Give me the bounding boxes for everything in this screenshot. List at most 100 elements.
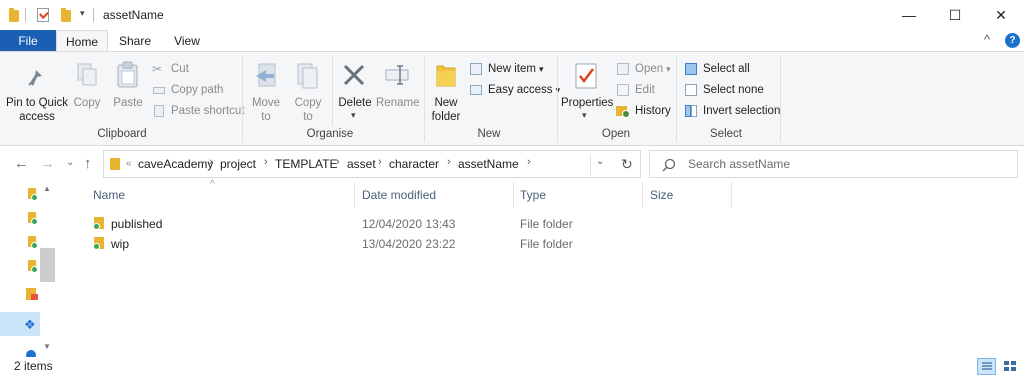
recent-locations-icon[interactable]: ⌄ [66,157,74,168]
nav-scrollbar[interactable]: ▲ ▼ [40,182,55,357]
column-divider[interactable] [731,182,732,208]
new-item-button[interactable]: New item ▾ [469,60,543,78]
chevron-down-icon: ▾ [538,63,544,74]
copy-to-label-line1: Copy [294,97,322,109]
move-to-icon [256,63,276,87]
chevron-right-icon[interactable]: › [209,156,213,168]
chevron-right-icon[interactable]: › [447,156,451,168]
new-item-label: New item [488,63,536,75]
copy-path-button[interactable]: Copy path [152,81,223,99]
column-header-date-modified[interactable]: Date modified [362,188,436,202]
select-all-icon [684,62,698,76]
scroll-down-icon[interactable]: ▼ [43,342,51,351]
rename-label: Rename [376,97,420,109]
column-header-size[interactable]: Size [650,188,673,202]
clipboard-group-label: Clipboard [97,128,147,140]
file-date-modified: 12/04/2020 13:43 [362,217,456,231]
folder-icon[interactable] [28,260,38,273]
edit-button[interactable]: Edit [616,81,655,99]
copy-to-icon [297,63,318,89]
folder-icon[interactable] [26,288,38,300]
scroll-thumb[interactable] [40,248,55,282]
tab-home[interactable]: Home [56,30,108,52]
new-folder-icon [436,65,456,87]
folder-icon[interactable] [28,212,38,225]
large-icons-view-button[interactable] [1002,359,1019,374]
table-row[interactable]: wip 13/04/2020 23:22 File folder [58,234,658,254]
breadcrumb-project[interactable]: project [220,157,256,171]
chevron-right-icon[interactable]: › [336,156,340,168]
invert-selection-button[interactable]: Invert selection [684,102,780,120]
open-button[interactable]: Open ▾ [616,60,671,78]
tab-file[interactable]: File [0,30,56,52]
easy-access-icon [469,83,483,97]
chevron-right-icon[interactable]: › [527,156,531,168]
column-divider[interactable] [513,182,514,208]
chevron-down-icon: ▾ [666,63,671,74]
tab-share[interactable]: Share [108,30,162,52]
breadcrumb-character[interactable]: character [389,157,439,171]
column-divider[interactable] [354,182,355,208]
file-list: ^ Name Date modified Type Size published… [58,179,1024,357]
cut-button[interactable]: ✂ Cut [152,60,189,78]
breadcrumb-assetname[interactable]: assetName [458,157,519,171]
tab-view[interactable]: View [162,30,212,52]
navigation-bar: ← → ⌄ ↑ « caveAcademy › project › TEMPLA… [0,146,1024,182]
new-folder-label-line2: folder [431,111,461,123]
delete-label: Delete [338,97,372,109]
new-folder-label-line1: New [434,97,458,109]
chevron-right-icon[interactable]: › [378,156,382,168]
minimize-button[interactable]: — [886,0,932,30]
search-box[interactable]: Search assetName [649,150,1018,178]
address-dropdown-icon[interactable]: ⌄ [596,156,604,167]
maximize-icon: ☐ [948,6,962,23]
collapse-ribbon-icon[interactable]: ^ [984,32,990,47]
scissors-icon: ✂ [152,62,163,76]
properties-quick-icon[interactable] [37,8,49,22]
open-label: Open [635,63,664,75]
forward-arrow-icon[interactable]: → [40,155,55,172]
select-all-button[interactable]: Select all [684,60,750,78]
copy-to-label-line2: to [303,111,313,123]
folder-icon[interactable] [28,188,38,201]
chevron-right-icon[interactable]: › [264,156,268,168]
divider [93,8,94,22]
column-header-type[interactable]: Type [520,188,546,202]
up-arrow-icon[interactable]: ↑ [84,155,92,172]
overflow-icon[interactable]: « [126,158,132,169]
folder-icon[interactable] [28,236,38,249]
close-icon: ✕ [995,6,1007,23]
dropbox-icon[interactable]: ❖ [24,318,38,331]
column-divider[interactable] [642,182,643,208]
scroll-up-icon[interactable]: ▲ [43,184,51,193]
details-view-button[interactable] [977,358,996,375]
new-folder-quick-icon[interactable] [61,8,71,22]
address-bar[interactable]: « caveAcademy › project › TEMPLATE › ass… [103,150,641,178]
easy-access-button[interactable]: Easy access ▾ [469,81,560,99]
history-button[interactable]: History [616,102,671,120]
help-icon[interactable]: ? [1005,33,1020,48]
large-icons-view-icon [1004,361,1016,371]
copy-label: Copy [73,97,101,109]
close-button[interactable]: ✕ [978,0,1024,30]
divider [590,155,591,175]
breadcrumb-template[interactable]: TEMPLATE [275,157,337,171]
history-icon [616,104,630,118]
maximize-button[interactable]: ☐ [932,0,978,30]
refresh-icon[interactable]: ↻ [621,156,633,173]
quick-access-dropdown-icon[interactable]: ▾ [80,8,85,19]
rename-icon [385,65,409,85]
back-arrow-icon[interactable]: ← [14,155,29,172]
breadcrumb-caveacademy[interactable]: caveAcademy [138,157,213,171]
paste-shortcut-button[interactable]: Paste shortcut [152,102,245,120]
breadcrumb-asset[interactable]: asset [347,157,376,171]
select-none-button[interactable]: Select none [684,81,764,99]
table-row[interactable]: published 12/04/2020 13:43 File folder [58,214,658,234]
column-header-name[interactable]: Name [93,188,125,202]
search-input[interactable]: Search assetName [688,157,790,171]
search-icon [662,158,676,172]
invert-selection-label: Invert selection [703,105,781,117]
group-divider [332,56,333,126]
pin-icon [28,66,42,86]
file-name: wip [111,237,130,251]
